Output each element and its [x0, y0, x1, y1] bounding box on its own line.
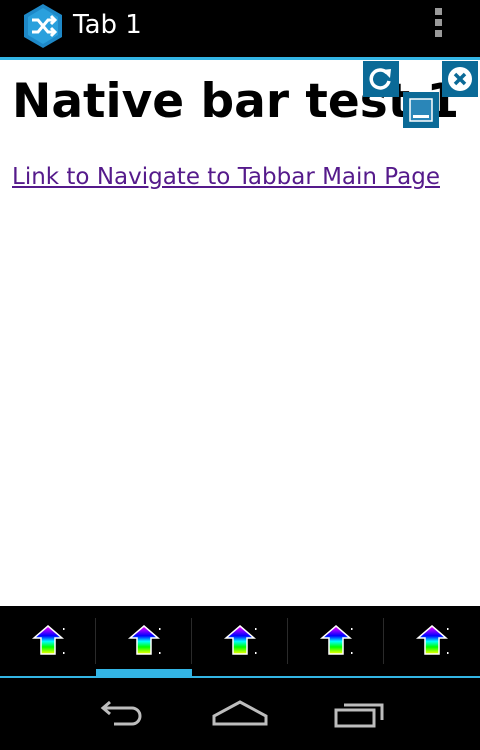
recent-apps-button[interactable]: [332, 696, 392, 732]
close-button[interactable]: [442, 61, 478, 97]
rainbow-house-icon: [223, 625, 257, 655]
tab-bar: [0, 606, 480, 678]
shuffle-hexagon-icon[interactable]: [20, 3, 66, 49]
recent-apps-icon: [334, 703, 384, 728]
app-title: Tab 1: [73, 10, 142, 40]
tab-2[interactable]: [96, 606, 192, 676]
action-bar: Tab 1: [0, 0, 480, 60]
minimize-icon: [409, 98, 433, 122]
back-icon: [100, 700, 142, 726]
minimize-button[interactable]: [403, 92, 439, 128]
rainbow-house-icon: [415, 625, 449, 655]
close-icon: [448, 67, 472, 91]
tabbar-main-page-link[interactable]: Link to Navigate to Tabbar Main Page: [12, 164, 440, 190]
refresh-icon: [369, 68, 391, 90]
tab-3[interactable]: [192, 606, 288, 676]
content-area: Native bar test 1 Link to Navigate to Ta…: [0, 60, 480, 606]
tab-4[interactable]: [288, 606, 384, 676]
rainbow-house-icon: [127, 625, 161, 655]
refresh-button[interactable]: [363, 61, 399, 97]
system-navigation-bar: [0, 678, 480, 750]
rainbow-house-icon: [31, 625, 65, 655]
home-button[interactable]: [210, 696, 270, 732]
tab-5[interactable]: [384, 606, 480, 676]
home-icon: [212, 700, 268, 726]
selected-tab-indicator: [96, 669, 192, 676]
rainbow-house-icon: [319, 625, 353, 655]
tab-1[interactable]: [0, 606, 96, 676]
back-button[interactable]: [90, 696, 150, 732]
overflow-menu-icon[interactable]: [428, 8, 448, 42]
